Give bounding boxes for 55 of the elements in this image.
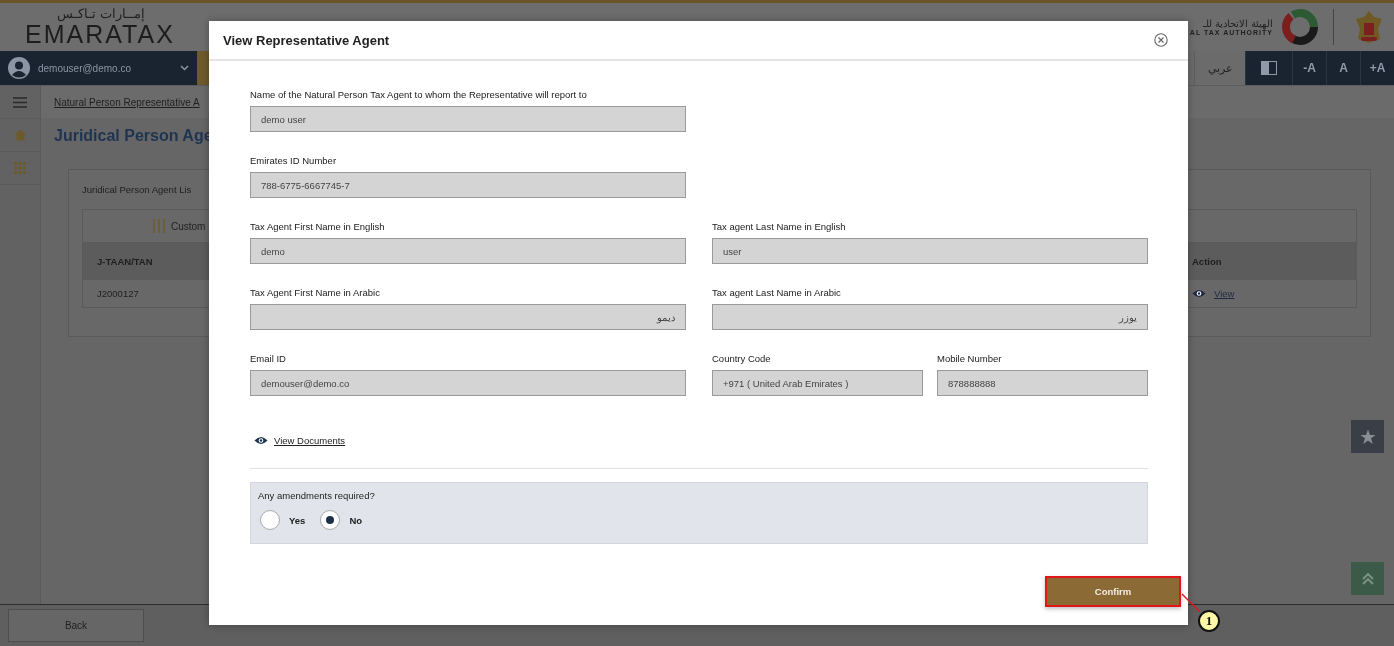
favorite-button[interactable] [1351,420,1384,453]
input-field[interactable]: demo [250,238,686,264]
question-text: Any amendments required? [258,490,376,501]
authority-arabic-text: الهيئة الاتحادية للـ [1203,18,1273,29]
table-cell: J2000127 [97,288,139,299]
input-field[interactable]: +971 ( United Arab Emirates ) [712,370,923,396]
chevron-down-icon[interactable] [180,65,189,71]
close-button[interactable] [1154,33,1168,47]
font-size-button[interactable]: +A [1360,51,1394,85]
field-label: Mobile Number [937,352,1003,365]
field-label: Country Code [712,352,772,365]
field-label: Tax Agent First Name in Arabic [250,286,381,299]
modal-title: View Representative Agent [223,32,390,48]
logo-arabic-text: إمــارات تـاكـس [57,7,145,21]
ring-logo-icon [1281,8,1319,46]
radio-option[interactable]: Yes [258,510,309,530]
input-field[interactable]: demo user [250,106,686,132]
column-header: Action [1192,256,1223,267]
contrast-button[interactable] [1245,51,1292,85]
confirm-button[interactable]: Confirm [1045,576,1181,607]
input-field[interactable]: user [712,238,1148,264]
input-field[interactable]: 878888888 [937,370,1148,396]
input-field[interactable]: ديمو [250,304,686,330]
field-label: Name of the Natural Person Tax Agent to whom the Representative will report to [250,88,588,101]
star-icon [1359,428,1376,445]
font-size-button[interactable]: -A [1292,51,1326,85]
view-documents-link[interactable]: View Documents [274,434,346,446]
input-field[interactable]: 788-6775-6667745-7 [250,172,686,198]
user-menu[interactable]: demouser@demo.co [0,51,197,85]
double-chevron-up-icon [1360,571,1375,586]
input-field[interactable]: demouser@demo.co [250,370,686,396]
logo-text: EMARATAX [25,21,175,47]
radio-button[interactable] [260,510,280,530]
eye-icon [254,435,268,445]
nav-tab[interactable] [197,51,209,85]
column-header: J-TAAN/TAN [97,256,153,267]
field-label: Tax agent Last Name in Arabic [712,286,842,299]
user-email[interactable]: demouser@demo.co [38,62,172,74]
menu-icon[interactable] [13,96,27,108]
card-title: Juridical Person Agent Lis [82,184,192,195]
font-size-button[interactable]: A [1326,51,1360,85]
input-field[interactable]: يوزر [712,304,1148,330]
emblem-icon [1354,9,1384,45]
field-label: Emirates ID Number [250,154,338,167]
avatar-icon [8,57,30,79]
contrast-icon[interactable] [1261,61,1277,75]
field-label: Tax agent Last Name in English [712,220,847,233]
eye-icon [1192,289,1206,298]
field-label: Tax Agent First Name in English [250,220,386,233]
radio-button[interactable] [320,510,341,530]
leader-line [1180,592,1202,614]
scroll-top-button[interactable] [1351,562,1384,595]
field-label: Email ID [250,352,287,365]
radio-option[interactable]: No [318,510,366,530]
close-icon [1154,33,1168,47]
